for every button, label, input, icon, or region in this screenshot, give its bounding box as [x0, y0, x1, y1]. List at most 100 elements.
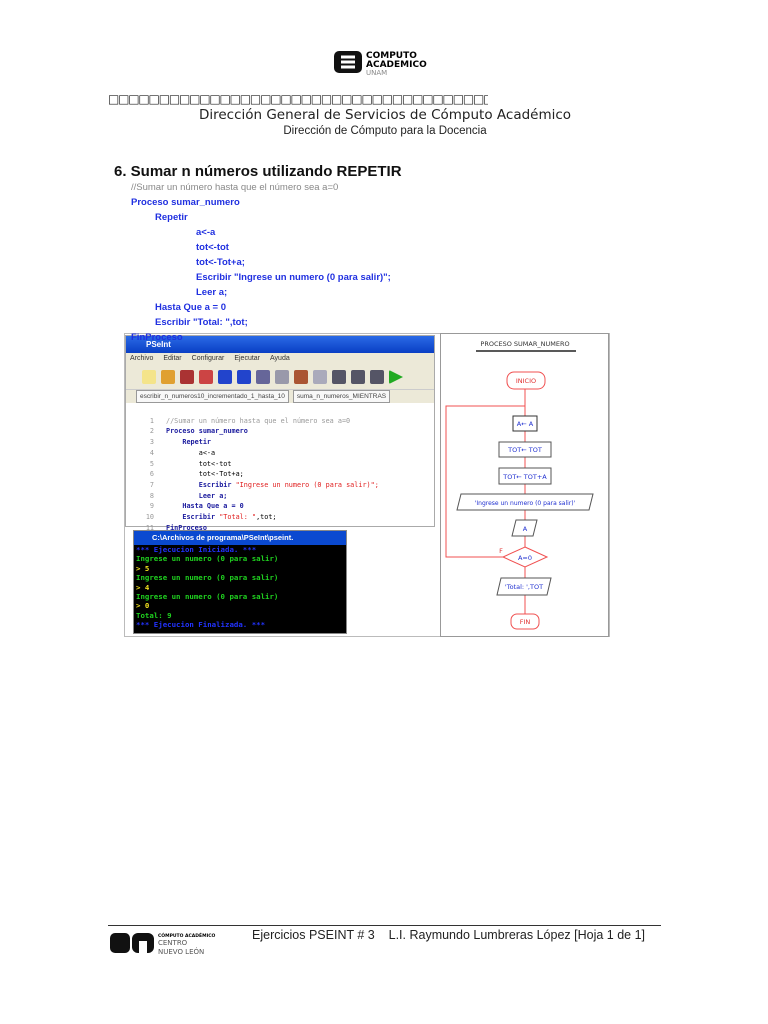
svg-text:CENTRO: CENTRO — [158, 939, 188, 947]
flowchart-icon[interactable] — [370, 370, 384, 384]
console-line: *** Ejecucion Iniciada. *** — [136, 545, 257, 554]
code-line: Escribir "Total: ",tot; — [155, 317, 248, 328]
footer-logo: CÓMPUTO ACADÉMICO CENTRO NUEVO LEÓN — [110, 929, 225, 959]
save-icon[interactable] — [180, 370, 194, 384]
paste-icon[interactable] — [294, 370, 308, 384]
header-line-1: Dirección General de Servicios de Cómput… — [198, 107, 572, 123]
flow-output-prompt: 'Ingrese un numero (0 para salir)' — [475, 500, 576, 507]
run-icon[interactable] — [389, 370, 403, 384]
line-number: 3 — [149, 438, 154, 447]
editor-line: 5 tot<-tot — [126, 459, 434, 470]
toolbar — [126, 365, 434, 390]
menu-ayuda[interactable]: Ayuda — [270, 355, 290, 362]
indent-icon[interactable] — [332, 370, 346, 384]
code-line: a<-a — [196, 227, 216, 238]
line-number: 1 — [149, 416, 154, 425]
line-text: //Sumar un número hasta que el número se… — [166, 416, 351, 425]
pseint-window: PSeInt Archivo Editar Configurar Ejecutar Ay… — [125, 335, 435, 532]
flow-assign-sum: TOT← TOT+A — [502, 473, 547, 481]
console-line: Ingrese un numero (0 para salir) — [136, 592, 279, 602]
menu-ejecutar[interactable]: Ejecutar — [234, 355, 260, 362]
line-text: Repetir — [182, 438, 212, 447]
tab-file-1[interactable]: escribir_n_numeros10_incrementado_1_hast… — [136, 390, 289, 403]
line-keyword: Escribir — [182, 513, 216, 522]
undo-icon[interactable] — [218, 370, 232, 384]
new-icon[interactable] — [142, 370, 156, 384]
centro-nuevo-leon-logo-icon: CÓMPUTO ACADÉMICOCENTRONUEVO LEÓN — [110, 931, 216, 956]
flow-start: INICIO — [516, 377, 536, 385]
menu-configurar[interactable]: Configurar — [192, 355, 225, 362]
console-line: Ingrese un numero (0 para salir) — [136, 573, 279, 583]
code-line: Escribir "Ingrese un numero (0 para sali… — [196, 272, 391, 283]
unindent-icon[interactable] — [351, 370, 365, 384]
open-icon[interactable] — [161, 370, 175, 384]
save-as-icon[interactable] — [199, 370, 213, 384]
line-text: Leer a; — [198, 491, 228, 500]
line-text: Hasta Que a = 0 — [182, 502, 244, 511]
console-line: > 4 — [136, 582, 150, 592]
console-output: *** Ejecucion Iniciada. *** Ingrese un nu… — [134, 545, 346, 630]
flowchart-title: PROCESO SUMAR_NUMERO — [480, 340, 569, 348]
flow-input-a: A — [523, 525, 528, 533]
editor-line: 1 //Sumar un número hasta que el número s… — [126, 416, 434, 427]
editor-line: 2 Proceso sumar_numero — [126, 426, 434, 437]
copy-icon[interactable] — [275, 370, 289, 384]
line-text: tot<-Tot+a; — [198, 470, 244, 479]
line-number: 8 — [149, 491, 154, 500]
editor-line: 9 Hasta Que a = 0 — [126, 501, 434, 512]
flow-assign-tot: TOT← TOT — [507, 446, 542, 454]
editor-line: 8 Leer a; — [126, 491, 434, 502]
computo-academico-logo-icon: COMPUTOACADEMICOUNAM — [334, 51, 427, 77]
code-line: Repetir — [155, 212, 188, 223]
line-number: 9 — [149, 502, 154, 511]
tab-file-2[interactable]: suma_n_numeros_MIENTRAS — [292, 390, 391, 403]
line-text: ,tot; — [256, 513, 277, 522]
flow-end: FIN — [520, 618, 531, 626]
editor-line: 10 Escribir "Total: ",tot; — [126, 512, 434, 523]
line-number: 4 — [149, 448, 154, 457]
footer-rule — [108, 925, 661, 926]
menu-archivo[interactable]: Archivo — [130, 355, 153, 362]
line-number: 7 — [149, 480, 154, 489]
footer-text: Ejercicios PSEINT # 3 L.I. Raymundo Lumb… — [252, 928, 646, 942]
code-line: Proceso sumar_numero — [131, 197, 240, 208]
line-number: 2 — [149, 427, 154, 436]
find-icon[interactable] — [313, 370, 327, 384]
code-line: FinProceso — [131, 332, 183, 343]
editor-line: 6 tot<-Tot+a; — [126, 469, 434, 480]
svg-text:NUEVO LEÓN: NUEVO LEÓN — [158, 947, 204, 955]
line-string: "Total: " — [219, 513, 257, 522]
code-line: Leer a; — [196, 287, 228, 298]
header-line-2: Dirección de Cómputo para la Docencia — [283, 125, 487, 137]
line-number: 6 — [149, 470, 154, 479]
code-line: tot<-Tot+a; — [196, 257, 245, 268]
console-line: *** Ejecucion Finalizada. *** — [136, 620, 266, 630]
editor-line: 7 Escribir "Ingrese un numero (0 para sa… — [126, 480, 434, 491]
line-text: a<-a — [198, 448, 216, 457]
console-line: > 5 — [136, 563, 150, 573]
flow-false-label: F — [499, 547, 503, 555]
svg-text:CÓMPUTO ACADÉMICO: CÓMPUTO ACADÉMICO — [158, 931, 216, 939]
line-number: 10 — [145, 513, 154, 522]
line-text: tot<-tot — [198, 459, 232, 468]
editor-line: 3 Repetir — [126, 437, 434, 448]
code-line: Hasta Que a = 0 — [155, 302, 227, 313]
flow-condition: A=0 — [518, 554, 532, 562]
code-line: tot<-tot — [196, 242, 229, 253]
cut-icon[interactable] — [256, 370, 270, 384]
flow-output-total: 'Total: ',TOT — [505, 583, 543, 591]
menu-editar[interactable]: Editar — [163, 355, 181, 362]
line-keyword: Escribir — [198, 480, 232, 489]
console-window: C:\Archivos de programa\PSeInt\pseint. *… — [133, 530, 347, 634]
console-line: Total: 9 — [136, 610, 172, 620]
file-tabs: escribir_n_numeros10_incrementado_1_hast… — [126, 390, 434, 403]
editor-line: 4 a<-a — [126, 448, 434, 459]
svg-text:UNAM: UNAM — [366, 69, 387, 76]
console-line: Ingrese un numero (0 para salir) — [136, 554, 279, 564]
flowchart: PROCESO SUMAR_NUMERO INICIO A← A TOT← TO… — [440, 333, 609, 637]
placeholder-glyphs: □□□□□□□□□□□□□□□□□□□□□□□□□□□□□□□□□□□□□□□□… — [108, 92, 488, 106]
line-string: "Ingrese un numero (0 para salir)"; — [235, 480, 379, 489]
menu-bar: Archivo Editar Configurar Ejecutar Ayuda — [126, 353, 434, 365]
section-title: 6. Sumar n números utilizando REPETIR — [114, 163, 402, 180]
redo-icon[interactable] — [237, 370, 251, 384]
